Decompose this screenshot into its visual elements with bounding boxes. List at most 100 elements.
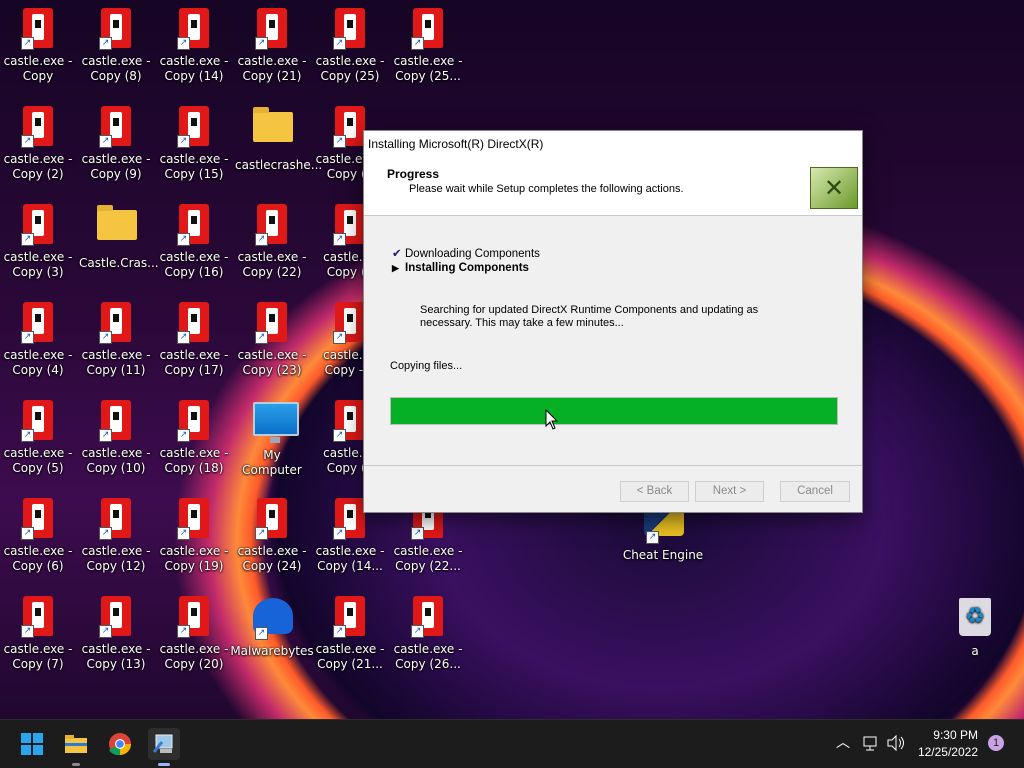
- windows-icon: [21, 733, 43, 755]
- step-label: Downloading Components: [405, 248, 540, 260]
- header-subtitle: Please wait while Setup completes the fo…: [409, 183, 684, 195]
- chrome-icon: [109, 733, 131, 756]
- castle-exe-icon: ↗: [97, 106, 135, 148]
- progress-bar: [390, 397, 838, 425]
- step-downloading: ✔ Downloading Components: [392, 246, 540, 260]
- start-button[interactable]: [16, 728, 48, 760]
- desktop-icon-castle-copy-2[interactable]: ↗ castle.exe - Copy (2): [1, 106, 75, 182]
- desktop-icon-castle-copy-22[interactable]: ↗ castle.exe - Copy (22): [235, 204, 309, 280]
- desktop-icon-castle-copy-4[interactable]: ↗ castle.exe - Copy (4): [1, 302, 75, 378]
- castle-exe-icon: ↗: [97, 8, 135, 50]
- monitor-icon: [253, 402, 299, 444]
- progress-fill: [391, 398, 837, 424]
- desktop-icon-castle-copy-12[interactable]: ↗ castle.exe - Copy (12): [79, 498, 153, 574]
- desktop-icon-castle-crash-folder[interactable]: Castle.Cras...: [79, 204, 159, 271]
- desktop-icon-castle-copy-7[interactable]: ↗ castle.exe - Copy (7): [1, 596, 75, 672]
- castle-exe-icon: ↗: [175, 596, 213, 638]
- castle-exe-icon: ↗: [19, 302, 57, 344]
- folder-icon: [97, 205, 137, 252]
- chevron-up-icon[interactable]: ︿: [836, 732, 850, 752]
- desktop-icon-castle-copy-6[interactable]: ↗ castle.exe - Copy (6): [1, 498, 75, 574]
- castle-exe-icon: ↗: [175, 204, 213, 246]
- desktop-icon-castle-copy-17[interactable]: ↗ castle.exe - Copy (17): [157, 302, 231, 378]
- clock-time[interactable]: 9:30 PM: [912, 728, 978, 742]
- folder-icon: [65, 735, 87, 753]
- mouse-cursor-icon: [545, 409, 559, 430]
- directx-logo-icon: [810, 167, 858, 209]
- desktop-icon-castle-copy[interactable]: ↗ castle.exe - Copy: [1, 8, 75, 84]
- castle-exe-icon: ↗: [19, 8, 57, 50]
- desktop-icon-castle-copy-18[interactable]: ↗ castle.exe - Copy (18): [157, 400, 231, 476]
- checkmark-icon: ✔: [392, 248, 402, 260]
- desktop-icon-castlecrashes-folder[interactable]: castlecrashe...: [235, 106, 322, 173]
- recycle-bin-icon: ♻: [956, 598, 994, 640]
- desktop-icon-my-computer[interactable]: My Computer: [235, 400, 309, 478]
- volume-icon[interactable]: [886, 734, 906, 752]
- desktop-icon-castle-copy-19[interactable]: ↗ castle.exe - Copy (19): [157, 498, 231, 574]
- desktop-icon-castle-copy-21[interactable]: ↗ castle.exe - Copy (21): [235, 8, 309, 84]
- desktop-icon-castle-copy-14[interactable]: ↗ castle.exe - Copy (14): [157, 8, 231, 84]
- desktop-icon-castle-copy-16[interactable]: ↗ castle.exe - Copy (16): [157, 204, 231, 280]
- castle-exe-icon: ↗: [175, 302, 213, 344]
- castle-exe-icon: ↗: [97, 400, 135, 442]
- castle-exe-icon: ↗: [19, 400, 57, 442]
- castle-exe-icon: ↗: [331, 8, 369, 50]
- directx-setup-dialog: Installing Microsoft(R) DirectX(R) Progr…: [363, 130, 863, 513]
- desktop-icon-recycle-bin[interactable]: ♻ a: [938, 596, 1012, 659]
- divider: [364, 465, 862, 466]
- active-indicator: [158, 763, 170, 766]
- network-icon[interactable]: [862, 734, 880, 752]
- next-button[interactable]: Next >: [695, 481, 764, 502]
- cancel-button[interactable]: Cancel: [780, 481, 850, 502]
- castle-exe-icon: ↗: [331, 596, 369, 638]
- chrome-button[interactable]: [104, 728, 136, 760]
- castle-exe-icon: ↗: [97, 596, 135, 638]
- castle-exe-icon: ↗: [19, 596, 57, 638]
- castle-exe-icon: ↗: [409, 596, 447, 638]
- desktop-icon-malwarebytes[interactable]: ↗ Malwarebytes: [230, 596, 314, 659]
- castle-exe-icon: ↗: [19, 106, 57, 148]
- desktop-icon-castle-copy-13[interactable]: ↗ castle.exe - Copy (13): [79, 596, 153, 672]
- desktop-icon-castle-copy-23[interactable]: ↗ castle.exe - Copy (23): [235, 302, 309, 378]
- step-installing: ▶ Installing Components: [392, 262, 529, 274]
- step-label: Installing Components: [405, 262, 529, 274]
- castle-exe-icon: ↗: [97, 302, 135, 344]
- castle-exe-icon: ↗: [175, 400, 213, 442]
- desktop-icon-castle-copy-11[interactable]: ↗ castle.exe - Copy (11): [79, 302, 153, 378]
- desktop-icon-castle-copy-25b[interactable]: ↗ castle.exe - Copy (25...: [391, 8, 465, 84]
- desktop-icon-castle-copy-15[interactable]: ↗ castle.exe - Copy (15): [157, 106, 231, 182]
- castle-exe-icon: ↗: [175, 8, 213, 50]
- desktop-icon-castle-copy-20[interactable]: ↗ castle.exe - Copy (20): [157, 596, 231, 672]
- arrow-right-icon: ▶: [392, 263, 399, 273]
- castle-exe-icon: ↗: [253, 204, 291, 246]
- castle-exe-icon: ↗: [19, 498, 57, 540]
- desktop-icon-castle-copy-3[interactable]: ↗ castle.exe - Copy (3): [1, 204, 75, 280]
- castle-exe-icon: ↗: [253, 498, 291, 540]
- castle-exe-icon: ↗: [19, 204, 57, 246]
- dialog-header: Progress Please wait while Setup complet…: [364, 157, 862, 216]
- desktop-icon-castle-copy-24[interactable]: ↗ castle.exe - Copy (24): [235, 498, 309, 574]
- castle-exe-icon: ↗: [409, 8, 447, 50]
- castle-exe-icon: ↗: [175, 498, 213, 540]
- castle-exe-icon: ↗: [253, 8, 291, 50]
- desktop-icon-castle-copy-8[interactable]: ↗ castle.exe - Copy (8): [79, 8, 153, 84]
- setup-icon: [152, 734, 173, 753]
- directx-setup-taskbar-button[interactable]: [148, 728, 180, 766]
- castle-exe-icon: ↗: [175, 106, 213, 148]
- desktop-icon-castle-copy-21b[interactable]: ↗ castle.exe - Copy (21...: [313, 596, 387, 672]
- castle-exe-icon: ↗: [97, 498, 135, 540]
- header-title: Progress: [387, 167, 440, 181]
- running-indicator: [72, 763, 80, 766]
- malwarebytes-icon: ↗: [253, 598, 293, 640]
- clock-date[interactable]: 12/25/2022: [912, 745, 978, 759]
- back-button[interactable]: < Back: [620, 481, 689, 502]
- desktop-icon-castle-copy-26[interactable]: ↗ castle.exe - Copy (26...: [391, 596, 465, 672]
- desktop-icon-castle-copy-10[interactable]: ↗ castle.exe - Copy (10): [79, 400, 153, 476]
- file-explorer-button[interactable]: [60, 728, 92, 760]
- notification-badge[interactable]: 1: [988, 735, 1004, 751]
- desktop-icon-castle-copy-5[interactable]: ↗ castle.exe - Copy (5): [1, 400, 75, 476]
- desktop-icon-castle-copy-25[interactable]: ↗ castle.exe - Copy (25): [313, 8, 387, 84]
- taskbar: ︿ 9:30 PM 12/25/2022 1: [0, 719, 1024, 768]
- status-text: Copying files...: [390, 360, 463, 372]
- desktop-icon-castle-copy-9[interactable]: ↗ castle.exe - Copy (9): [79, 106, 153, 182]
